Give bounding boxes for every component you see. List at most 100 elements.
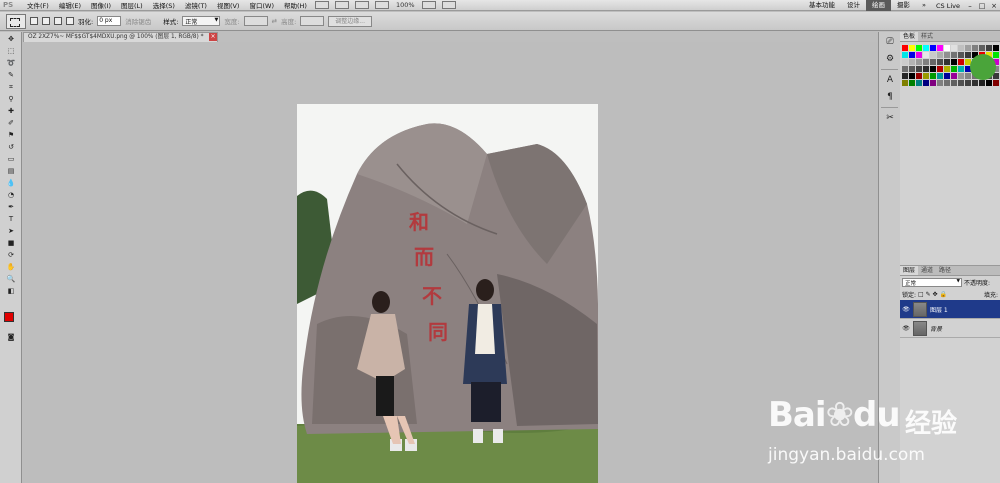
swatch[interactable] — [930, 80, 936, 86]
type-tool-icon[interactable]: T — [4, 214, 18, 224]
menu-edit[interactable]: 编辑(E) — [54, 0, 86, 10]
swatch[interactable] — [909, 80, 915, 86]
cs-live-button[interactable]: CS Live — [932, 2, 964, 10]
swatch[interactable] — [909, 73, 915, 79]
swatch[interactable] — [930, 73, 936, 79]
swatch[interactable] — [993, 45, 999, 51]
swatch[interactable] — [937, 66, 943, 72]
brush-tool-icon[interactable]: ✐ — [4, 118, 18, 128]
swatch[interactable] — [958, 59, 964, 65]
menu-view[interactable]: 视图(V) — [212, 0, 245, 10]
swatch[interactable] — [902, 73, 908, 79]
eye-icon[interactable]: 👁 — [902, 306, 910, 313]
swatch[interactable] — [951, 45, 957, 51]
tool-preset-picker[interactable] — [6, 13, 26, 29]
arrange-documents-icon[interactable] — [421, 1, 436, 9]
zoom-tool-icon[interactable] — [374, 1, 389, 9]
swatch[interactable] — [923, 80, 929, 86]
swatch[interactable] — [923, 45, 929, 51]
maximize-icon[interactable]: □ — [976, 2, 988, 10]
eraser-tool-icon[interactable]: ▭ — [4, 154, 18, 164]
paragraph-panel-icon[interactable]: ¶ — [882, 90, 898, 104]
document-tab[interactable]: OZ 2XZ7%~ MF$$GT$4MDXU.png @ 100% (图层 1,… — [23, 32, 218, 42]
healing-brush-tool-icon[interactable]: ✚ — [4, 106, 18, 116]
swatch[interactable] — [937, 80, 943, 86]
swatch[interactable] — [923, 66, 929, 72]
screen-mode-icon[interactable] — [441, 1, 456, 9]
foreground-color-swatch[interactable] — [4, 312, 14, 322]
swatch[interactable] — [958, 45, 964, 51]
swatch[interactable] — [902, 52, 908, 58]
crop-tool-icon[interactable]: ⌗ — [4, 82, 18, 92]
character-panel-icon[interactable]: A — [882, 73, 898, 87]
new-selection-icon[interactable] — [30, 17, 38, 25]
swatch[interactable] — [965, 45, 971, 51]
swatch[interactable] — [958, 80, 964, 86]
swatch[interactable] — [944, 66, 950, 72]
document-close-icon[interactable]: × — [209, 33, 217, 41]
swatch[interactable] — [944, 59, 950, 65]
menu-select[interactable]: 选择(S) — [148, 0, 180, 10]
swatch[interactable] — [902, 66, 908, 72]
swatch[interactable] — [986, 45, 992, 51]
swatch[interactable] — [965, 80, 971, 86]
swatch[interactable] — [937, 45, 943, 51]
tool-presets-icon[interactable]: ✂ — [882, 111, 898, 125]
swatch[interactable] — [916, 80, 922, 86]
swatch[interactable] — [902, 80, 908, 86]
swatch[interactable] — [965, 52, 971, 58]
swatch[interactable] — [916, 45, 922, 51]
swatch[interactable] — [944, 80, 950, 86]
lasso-tool-icon[interactable]: ➰ — [4, 58, 18, 68]
swatch[interactable] — [944, 45, 950, 51]
hand-tool-icon[interactable]: ✋ — [4, 262, 18, 272]
antialias-checkbox[interactable]: 消除锯齿 — [125, 16, 151, 26]
zoom-tool-icon[interactable]: 🔍 — [4, 274, 18, 284]
bridge-icon[interactable] — [314, 1, 329, 9]
tab-styles[interactable]: 样式 — [918, 32, 936, 41]
swatch[interactable] — [902, 59, 908, 65]
quick-mask-icon[interactable]: ◙ — [4, 332, 18, 342]
swatch[interactable] — [972, 45, 978, 51]
swatch[interactable] — [958, 66, 964, 72]
tab-layers[interactable]: 图层 — [900, 266, 919, 275]
swatch[interactable] — [930, 59, 936, 65]
swatch[interactable] — [986, 80, 992, 86]
subtract-selection-icon[interactable] — [54, 17, 62, 25]
swatch[interactable] — [944, 73, 950, 79]
swatch[interactable] — [923, 73, 929, 79]
move-tool-icon[interactable]: ✥ — [4, 34, 18, 44]
width-input[interactable] — [243, 16, 268, 26]
swatch[interactable] — [951, 73, 957, 79]
style-select[interactable]: 正常 — [182, 16, 221, 26]
swatch[interactable] — [944, 52, 950, 58]
swap-icon[interactable]: ⇄ — [272, 17, 277, 25]
swatch[interactable] — [909, 52, 915, 58]
swatch[interactable] — [958, 52, 964, 58]
swatch[interactable] — [951, 59, 957, 65]
actions-panel-icon[interactable]: ⚙ — [882, 52, 898, 66]
swatch[interactable] — [979, 45, 985, 51]
hand-tool-icon[interactable] — [354, 1, 369, 9]
intersect-selection-icon[interactable] — [66, 17, 74, 25]
menu-file[interactable]: 文件(F) — [22, 0, 54, 10]
menu-layer[interactable]: 图层(L) — [116, 0, 148, 10]
eye-icon[interactable]: 👁 — [902, 325, 910, 332]
refine-edge-button[interactable]: 调整边缘... — [328, 15, 372, 27]
workspace-photography[interactable]: 摄影 — [891, 0, 916, 11]
swatch[interactable] — [902, 45, 908, 51]
zoom-level[interactable]: 100% — [392, 1, 419, 9]
pen-tool-icon[interactable]: ✒ — [4, 202, 18, 212]
swatch[interactable] — [937, 59, 943, 65]
swatch[interactable] — [916, 52, 922, 58]
path-select-tool-icon[interactable]: ➤ — [4, 226, 18, 236]
feather-input[interactable]: 0 px — [97, 16, 122, 26]
workspace-painting[interactable]: 绘画 — [866, 0, 891, 11]
swatch[interactable] — [909, 59, 915, 65]
swatch[interactable] — [979, 80, 985, 86]
history-brush-tool-icon[interactable]: ↺ — [4, 142, 18, 152]
swatch[interactable] — [958, 73, 964, 79]
shape-tool-icon[interactable]: ■ — [4, 238, 18, 248]
history-panel-icon[interactable]: ⎚ — [882, 35, 898, 49]
swatch[interactable] — [951, 66, 957, 72]
